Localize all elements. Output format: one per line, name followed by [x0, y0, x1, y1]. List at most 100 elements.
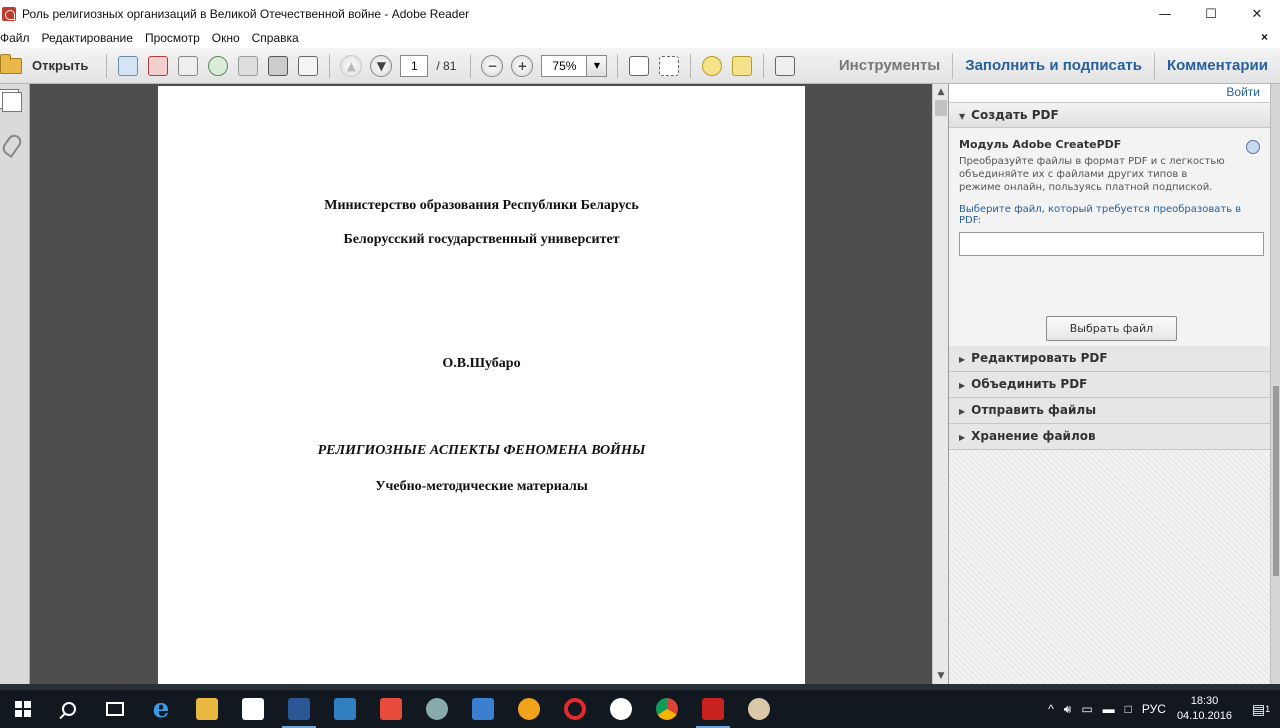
- clock-date: 04.10.2016: [1176, 710, 1232, 722]
- menu-view[interactable]: Просмотр: [139, 31, 206, 45]
- menu-window[interactable]: Окно: [206, 31, 246, 45]
- tab-fill-sign[interactable]: Заполнить и подписать: [953, 48, 1154, 84]
- comment-button[interactable]: [698, 52, 726, 80]
- taskbar-explorer-app[interactable]: [184, 690, 230, 728]
- taskbar-store-app[interactable]: [230, 690, 276, 728]
- notification-count: 1: [1265, 704, 1271, 714]
- chevron-up-icon[interactable]: ^: [1048, 702, 1054, 716]
- taskbar-word-app[interactable]: [276, 690, 322, 728]
- toolbar-divider: [617, 53, 619, 78]
- save-icon: [238, 55, 259, 76]
- edit-button[interactable]: [174, 52, 202, 80]
- fit-page-button[interactable]: [655, 52, 683, 80]
- start-button[interactable]: [0, 690, 46, 728]
- fullscreen-button[interactable]: [771, 52, 799, 80]
- create-pdf-header[interactable]: ▼ Создать PDF: [949, 102, 1270, 128]
- clock[interactable]: 18:30 04.10.2016: [1177, 694, 1232, 724]
- scroll-down-icon[interactable]: ▼: [933, 668, 949, 684]
- taskbar-media-app[interactable]: [322, 690, 368, 728]
- open-button[interactable]: Открыть: [0, 51, 100, 81]
- network-icon[interactable]: ▭: [1081, 702, 1092, 716]
- taskbar-acrobat-app[interactable]: [690, 690, 736, 728]
- chevron-down-icon[interactable]: ▼: [586, 55, 607, 76]
- minimize-button[interactable]: —: [1142, 0, 1188, 28]
- menu-bar: Файл Редактирование Просмотр Окно Справк…: [0, 28, 1280, 48]
- taskbar: e ^ 🔊︎ ▭ ▬ □ РУС 18:30 04.10.2016 ▤ 1: [0, 690, 1280, 728]
- section-combine-pdf[interactable]: ▶ Объединить PDF: [949, 372, 1270, 398]
- menu-file[interactable]: Файл: [0, 31, 36, 45]
- page-number-input[interactable]: 1: [400, 54, 429, 77]
- toolbar: Открыть ▲ ▼ 1 / 81 − + 75% ▼ Инструменты…: [0, 48, 1280, 84]
- page-total: / 81: [436, 58, 457, 73]
- settings-globe-icon[interactable]: [1246, 140, 1260, 154]
- fit-width-icon: [629, 55, 650, 76]
- close-document-button[interactable]: ×: [1261, 30, 1268, 44]
- taskbar-disc-app[interactable]: [414, 690, 460, 728]
- task-view-button[interactable]: [92, 690, 138, 728]
- menu-help[interactable]: Справка: [246, 31, 305, 45]
- close-button[interactable]: ✕: [1234, 0, 1280, 28]
- action-center-button[interactable]: ▤ 1: [1242, 690, 1280, 728]
- choose-file-button[interactable]: Выбрать файл: [1046, 316, 1177, 341]
- taskbar-yandex-browser-app[interactable]: [598, 690, 644, 728]
- triangle-right-icon: ▶: [959, 381, 966, 390]
- zoom-select[interactable]: 75% ▼: [541, 54, 608, 77]
- prev-page-button[interactable]: ▲: [337, 52, 365, 80]
- pdf-tools-button[interactable]: [144, 52, 172, 80]
- tools-scroll-thumb[interactable]: [1273, 386, 1279, 576]
- toolbar-divider: [763, 53, 765, 78]
- tab-comments[interactable]: Комментарии: [1155, 48, 1280, 84]
- battery-icon[interactable]: ▬: [1103, 702, 1115, 716]
- print-button[interactable]: [264, 52, 292, 80]
- create-pdf-title: Создать PDF: [971, 108, 1059, 122]
- taskbar-opera-app[interactable]: [552, 690, 598, 728]
- paperclip-icon[interactable]: [0, 131, 25, 159]
- volume-icon[interactable]: 🔊︎: [1064, 702, 1072, 717]
- zoom-in-button[interactable]: +: [508, 52, 536, 80]
- search-button[interactable]: [46, 690, 92, 728]
- section-send-files[interactable]: ▶ Отправить файлы: [949, 398, 1270, 424]
- window-title: Роль религиозных организаций в Великой О…: [22, 7, 470, 21]
- document-view[interactable]: Министерство образования Республики Бела…: [30, 84, 932, 684]
- create-pdf-button[interactable]: [114, 52, 142, 80]
- scroll-up-icon[interactable]: ▲: [933, 84, 949, 100]
- navigation-pane: [0, 84, 30, 684]
- taskbar-paint-app[interactable]: [736, 690, 782, 728]
- email-button[interactable]: [294, 52, 322, 80]
- taskbar-duck-app[interactable]: [506, 690, 552, 728]
- create-pdf-panel: Модуль Adobe CreatePDF Преобразуйте файл…: [949, 128, 1270, 346]
- maximize-button[interactable]: ☐: [1188, 0, 1234, 28]
- acrobat-icon: [702, 698, 724, 720]
- document-page: Министерство образования Республики Бела…: [158, 86, 805, 684]
- next-page-button[interactable]: ▼: [367, 52, 395, 80]
- display-icon[interactable]: □: [1125, 702, 1132, 716]
- page-thumbnails-icon[interactable]: [2, 92, 22, 112]
- fit-width-button[interactable]: [625, 52, 653, 80]
- taskbar-chrome-app[interactable]: [644, 690, 690, 728]
- tools-pane-scrollbar[interactable]: [1270, 84, 1280, 684]
- triangle-right-icon: ▶: [959, 355, 966, 364]
- taskbar-mail-app[interactable]: [460, 690, 506, 728]
- title-bar: Роль религиозных организаций в Великой О…: [0, 0, 1280, 28]
- upload-button[interactable]: [204, 52, 232, 80]
- mail-icon: [472, 698, 494, 720]
- tab-tools[interactable]: Инструменты: [827, 48, 952, 84]
- language-indicator[interactable]: РУС: [1142, 702, 1166, 716]
- document-scrollbar[interactable]: ▲ ▼: [932, 84, 948, 684]
- section-label: Объединить PDF: [971, 377, 1088, 391]
- highlight-button[interactable]: [728, 52, 756, 80]
- section-edit-pdf[interactable]: ▶ Редактировать PDF: [949, 346, 1270, 372]
- minus-icon: −: [481, 54, 504, 77]
- zoom-out-button[interactable]: −: [478, 52, 506, 80]
- login-link[interactable]: Войти: [1226, 85, 1260, 99]
- menu-edit[interactable]: Редактирование: [36, 31, 139, 45]
- section-store-files[interactable]: ▶ Хранение файлов: [949, 424, 1270, 450]
- pdf-icon: [148, 55, 169, 76]
- taskbar-yandex-app[interactable]: [368, 690, 414, 728]
- taskbar-edge-app[interactable]: e: [138, 690, 184, 728]
- file-path-field[interactable]: [959, 232, 1264, 256]
- disc-icon: [426, 698, 448, 720]
- save-button[interactable]: [234, 52, 262, 80]
- scroll-thumb[interactable]: [935, 100, 947, 116]
- plus-icon: +: [511, 54, 534, 77]
